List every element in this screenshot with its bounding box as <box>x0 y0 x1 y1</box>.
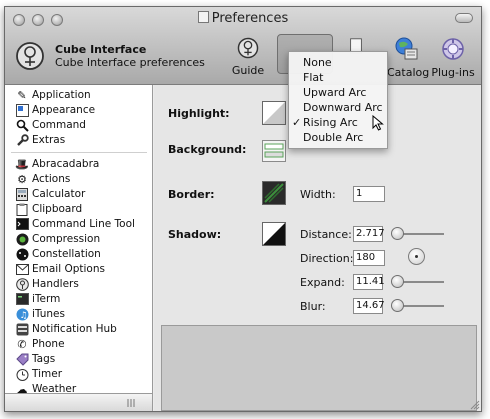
svg-text:♫: ♫ <box>19 311 27 321</box>
dial-indicator <box>415 255 418 258</box>
blur-slider-knob[interactable] <box>391 299 404 312</box>
mouse-cursor-icon <box>372 115 384 131</box>
sidebar-item-command-line-tool[interactable]: Command Line Tool <box>15 216 135 232</box>
preferences-window: Preferences Cube Interface Cube Interfac… <box>4 6 482 412</box>
distance-field[interactable]: 2.717 <box>353 226 385 242</box>
sidebar-item-extras[interactable]: Extras <box>15 132 65 148</box>
sidebar-item-iterm[interactable]: iTerm <box>15 291 60 307</box>
title-bar: Preferences Cube Interface Cube Interfac… <box>5 7 481 85</box>
blur-label: Blur: <box>300 300 326 313</box>
toolbar-guide-button[interactable]: Guide <box>231 37 265 77</box>
terminal-icon <box>15 217 29 231</box>
plugins-icon <box>442 38 464 60</box>
sidebar-item-appearance[interactable]: Appearance <box>15 102 95 118</box>
cube-interface-icon <box>16 42 44 70</box>
gear-icon: ⚙ <box>17 172 27 186</box>
sidebar-item-constellation[interactable]: Constellation <box>15 246 101 262</box>
sidebar-item-calculator[interactable]: Calculator <box>15 186 85 202</box>
sidebar-resize-bar[interactable] <box>5 393 152 411</box>
blur-field[interactable]: 14.67 <box>353 298 385 314</box>
toolbar-plugins-button[interactable]: Plug-ins <box>431 37 475 79</box>
window-resize-icon[interactable] <box>470 400 480 410</box>
shadow-label: Shadow: <box>168 228 222 241</box>
sidebar-item-command[interactable]: Command <box>15 117 86 133</box>
appearance-icon <box>15 103 29 117</box>
itunes-icon: ♫ <box>15 307 29 321</box>
highlight-label: Highlight: <box>168 107 230 120</box>
magic-icon: 🎩 <box>15 157 29 171</box>
sidebar-item-timer[interactable]: Timer <box>15 366 62 382</box>
preview-area <box>161 325 477 411</box>
sidebar-item-abracadabra[interactable]: 🎩 Abracadabra <box>15 156 99 172</box>
expand-label: Expand: <box>300 276 345 289</box>
plugin-name: Cube Interface <box>55 43 147 56</box>
expand-slider-knob[interactable] <box>391 275 404 288</box>
catalog-icon <box>395 37 418 60</box>
sidebar: ✎ Application Appearance Command Extras … <box>5 85 153 411</box>
sidebar-item-phone[interactable]: ✆ Phone <box>15 336 64 352</box>
menu-item-downward-arc[interactable]: Downward Arc <box>289 100 387 115</box>
border-label: Border: <box>168 188 215 201</box>
width-label: Width: <box>300 188 336 201</box>
resize-grip-icon <box>127 399 135 407</box>
checkmark-icon: ✓ <box>292 116 302 129</box>
guide-icon <box>237 37 259 59</box>
calculator-icon <box>15 187 29 201</box>
menu-item-double-arc[interactable]: Double Arc <box>289 130 387 145</box>
distance-slider-knob[interactable] <box>391 227 404 240</box>
compression-icon <box>15 232 29 246</box>
direction-field[interactable]: 180 <box>353 250 385 266</box>
email-icon <box>15 262 29 276</box>
sidebar-divider <box>11 152 147 153</box>
background-label: Background: <box>168 143 247 156</box>
notification-icon <box>15 322 29 336</box>
direction-label: Direction: <box>300 252 354 265</box>
constellation-icon <box>15 247 29 261</box>
menu-item-upward-arc[interactable]: Upward Arc <box>289 85 387 100</box>
plugin-description: Cube Interface preferences <box>55 56 205 69</box>
sidebar-item-handlers[interactable]: Handlers <box>15 276 79 292</box>
border-color-well[interactable] <box>262 181 286 205</box>
window-title: Preferences <box>5 11 481 26</box>
timer-icon <box>15 367 29 381</box>
tag-icon <box>15 352 29 366</box>
iterm-icon <box>15 292 29 306</box>
background-color-well[interactable] <box>262 140 286 162</box>
sidebar-item-notification-hub[interactable]: Notification Hub <box>15 321 117 337</box>
toolbar-catalog-button[interactable]: Catalog <box>387 37 429 79</box>
sidebar-item-email-options[interactable]: Email Options <box>15 261 105 277</box>
expand-field[interactable]: 11.41 <box>353 274 385 290</box>
highlight-style-menu: None Flat Upward Arc Downward Arc ✓ Risin… <box>288 51 388 149</box>
wrench-icon <box>15 133 29 147</box>
width-field[interactable]: 1 <box>353 186 385 202</box>
clipboard-icon <box>15 202 29 216</box>
sidebar-item-compression[interactable]: Compression <box>15 231 100 247</box>
shadow-color-well[interactable] <box>262 222 286 246</box>
phone-icon: ✆ <box>17 337 27 351</box>
menu-item-none[interactable]: None <box>289 55 387 70</box>
sidebar-item-tags[interactable]: Tags <box>15 351 55 367</box>
preferences-doc-icon <box>197 11 209 23</box>
menu-item-flat[interactable]: Flat <box>289 70 387 85</box>
highlight-style-well[interactable] <box>262 101 286 125</box>
sidebar-item-clipboard[interactable]: Clipboard <box>15 201 82 217</box>
sidebar-item-actions[interactable]: ⚙ Actions <box>15 171 70 187</box>
sidebar-item-application[interactable]: ✎ Application <box>15 87 90 103</box>
pencil-icon: ✎ <box>17 88 27 102</box>
toolbar-toggle-button[interactable] <box>455 13 473 23</box>
distance-label: Distance: <box>300 228 352 241</box>
sidebar-item-itunes[interactable]: ♫ iTunes <box>15 306 65 322</box>
search-icon <box>15 118 29 132</box>
direction-dial[interactable] <box>408 248 425 265</box>
handlers-icon <box>15 277 29 291</box>
